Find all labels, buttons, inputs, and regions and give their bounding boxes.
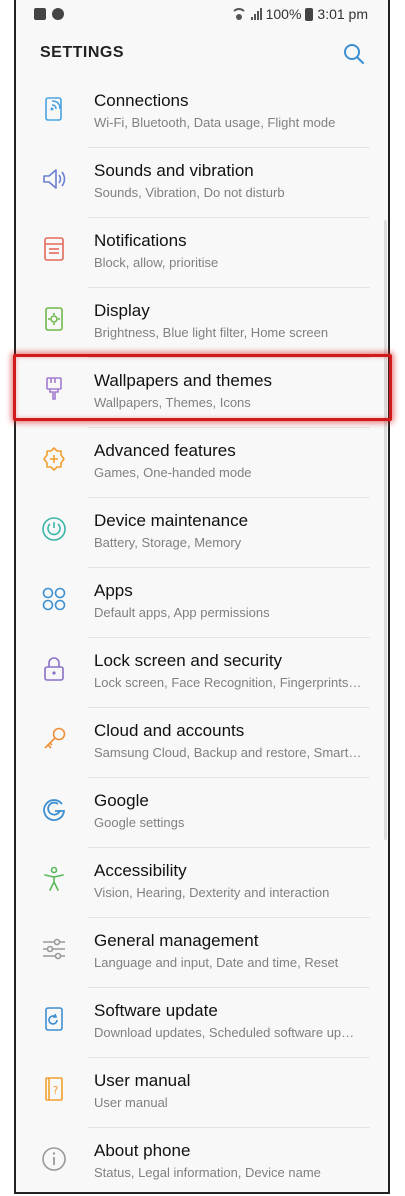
connections-icon xyxy=(45,97,62,121)
settings-item-wallpapers-themes[interactable]: Wallpapers and themes Wallpapers, Themes,… xyxy=(16,358,388,428)
item-subtitle: Sounds, Vibration, Do not disturb xyxy=(94,185,285,200)
item-subtitle: Lock screen, Face Recognition, Fingerpri… xyxy=(94,675,362,690)
item-title: Lock screen and security xyxy=(94,651,283,670)
item-title: Display xyxy=(94,301,150,320)
item-subtitle: Download updates, Scheduled software up… xyxy=(94,1025,355,1040)
info-icon xyxy=(42,1147,66,1171)
item-subtitle: Games, One-handed mode xyxy=(94,465,252,480)
status-bar: 100% 3:01 pm xyxy=(16,0,388,30)
paintbrush-icon xyxy=(46,377,62,400)
item-title: About phone xyxy=(94,1141,191,1160)
notifications-icon xyxy=(44,237,64,261)
item-title: Apps xyxy=(94,581,133,600)
settings-item-accessibility[interactable]: Accessibility Vision, Hearing, Dexterity … xyxy=(16,848,388,918)
key-icon xyxy=(44,727,66,749)
item-subtitle: Status, Legal information, Device name xyxy=(94,1165,321,1180)
accessibility-icon xyxy=(44,866,64,891)
settings-item-about-phone[interactable]: About phone Status, Legal information, De… xyxy=(16,1128,388,1192)
item-subtitle: Wallpapers, Themes, Icons xyxy=(94,395,251,410)
apps-icon xyxy=(42,587,66,611)
settings-item-advanced-features[interactable]: Advanced features Games, One-handed mode xyxy=(16,428,388,498)
settings-item-apps[interactable]: Apps Default apps, App permissions xyxy=(16,568,388,638)
lock-icon xyxy=(44,657,64,681)
phone-screen: 100% 3:01 pm SETTINGS Connections Wi-Fi, … xyxy=(14,0,390,1194)
scrollbar[interactable] xyxy=(384,220,387,840)
settings-list: Connections Wi-Fi, Bluetooth, Data usage,… xyxy=(16,78,388,1192)
page-title: SETTINGS xyxy=(40,44,125,61)
item-subtitle: Vision, Hearing, Dexterity and interacti… xyxy=(94,885,330,900)
wifi-icon xyxy=(230,8,247,20)
clock: 3:01 pm xyxy=(317,6,368,22)
settings-item-sounds[interactable]: Sounds and vibration Sounds, Vibration, D… xyxy=(16,148,388,218)
item-title: Google xyxy=(94,791,149,810)
gear-plus-icon xyxy=(43,447,65,471)
settings-header: SETTINGS xyxy=(16,30,388,85)
settings-item-display[interactable]: Display Brightness, Blue light filter, Ho… xyxy=(16,288,388,358)
battery-icon xyxy=(305,7,314,21)
settings-item-user-manual[interactable]: ? User manual User manual xyxy=(16,1058,388,1128)
maintenance-icon xyxy=(42,517,66,541)
svg-text:?: ? xyxy=(53,1084,59,1097)
item-subtitle: Block, allow, prioritise xyxy=(94,255,219,270)
settings-item-general-management[interactable]: General management Language and input, Da… xyxy=(16,918,388,988)
display-icon xyxy=(45,307,63,331)
settings-item-google[interactable]: Google Google settings xyxy=(16,778,388,848)
item-title: Device maintenance xyxy=(94,511,249,530)
item-subtitle: User manual xyxy=(94,1095,168,1110)
speaker-icon xyxy=(43,169,66,189)
item-title: Software update xyxy=(94,1001,218,1020)
item-subtitle: Default apps, App permissions xyxy=(94,605,270,620)
signal-icon xyxy=(250,8,262,20)
item-subtitle: Language and input, Date and time, Reset xyxy=(94,955,339,970)
search-icon[interactable] xyxy=(342,42,366,66)
item-subtitle: Google settings xyxy=(94,815,185,830)
settings-item-lock-screen[interactable]: Lock screen and security Lock screen, Fac… xyxy=(16,638,388,708)
item-title: Advanced features xyxy=(94,441,236,460)
item-title: Connections xyxy=(94,91,189,110)
item-title: Notifications xyxy=(94,231,187,250)
item-subtitle: Brightness, Blue light filter, Home scre… xyxy=(94,325,329,340)
item-title: User manual xyxy=(94,1071,191,1090)
item-title: General management xyxy=(94,931,259,950)
battery-percent: 100% xyxy=(265,6,302,22)
item-subtitle: Samsung Cloud, Backup and restore, Smart… xyxy=(94,745,362,760)
software-update-icon xyxy=(45,1007,63,1031)
sliders-icon xyxy=(43,938,65,960)
settings-item-notifications[interactable]: Notifications Block, allow, prioritise xyxy=(16,218,388,288)
settings-item-device-maintenance[interactable]: Device maintenance Battery, Storage, Memo… xyxy=(16,498,388,568)
settings-item-connections[interactable]: Connections Wi-Fi, Bluetooth, Data usage,… xyxy=(16,78,388,148)
settings-item-cloud-accounts[interactable]: Cloud and accounts Samsung Cloud, Backup … xyxy=(16,708,388,778)
item-title: Wallpapers and themes xyxy=(94,371,272,390)
item-title: Sounds and vibration xyxy=(94,161,254,180)
manual-icon: ? xyxy=(45,1077,63,1101)
item-subtitle: Wi-Fi, Bluetooth, Data usage, Flight mod… xyxy=(94,115,336,130)
item-subtitle: Battery, Storage, Memory xyxy=(94,535,242,550)
gallery-notification-icon xyxy=(34,8,46,20)
google-icon xyxy=(43,799,65,821)
settings-item-software-update[interactable]: Software update Download updates, Schedul… xyxy=(16,988,388,1058)
app-notification-icon xyxy=(52,8,64,20)
item-title: Accessibility xyxy=(94,861,187,880)
item-title: Cloud and accounts xyxy=(94,721,245,740)
